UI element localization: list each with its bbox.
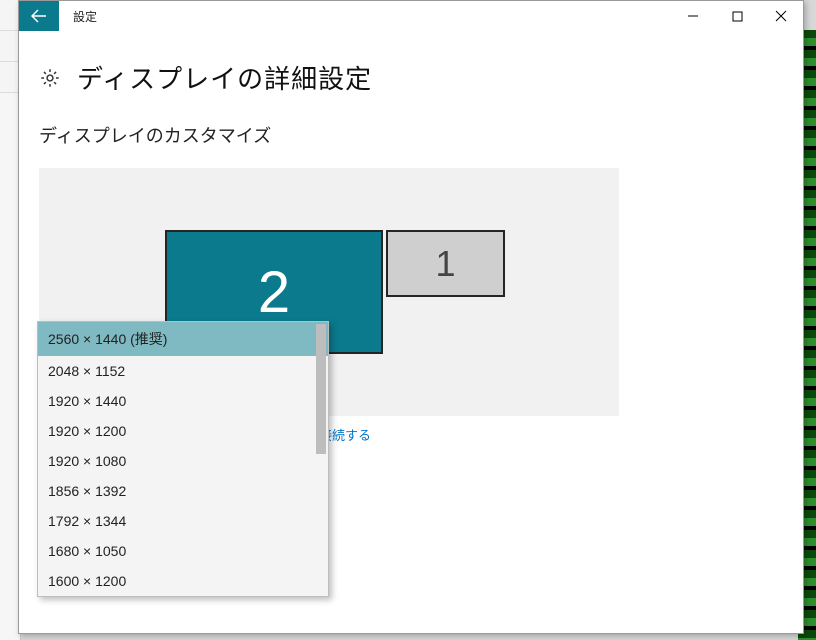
- maximize-button[interactable]: [715, 1, 759, 31]
- page-title: ディスプレイの詳細設定: [77, 59, 372, 96]
- resolution-dropdown-list[interactable]: 2560 × 1440 (推奨)2048 × 11521920 × 144019…: [37, 321, 329, 597]
- back-button[interactable]: [19, 1, 59, 31]
- minimize-button[interactable]: [671, 1, 715, 31]
- resolution-option[interactable]: 1856 × 1392: [38, 476, 328, 506]
- resolution-option[interactable]: 1600 × 1200: [38, 566, 328, 596]
- window-title: 設定: [59, 1, 97, 31]
- monitor-1[interactable]: 1: [386, 230, 505, 297]
- gear-icon: [39, 67, 61, 89]
- settings-window: 設定: [18, 0, 804, 634]
- resolution-option[interactable]: 2560 × 1440 (推奨): [38, 322, 328, 356]
- title-bar: 設定: [19, 1, 803, 31]
- resolution-option[interactable]: 1920 × 1080: [38, 446, 328, 476]
- resolution-option[interactable]: 1920 × 1440: [38, 386, 328, 416]
- close-button[interactable]: [759, 1, 803, 31]
- resolution-option[interactable]: 2048 × 1152: [38, 356, 328, 386]
- dropdown-scrollbar[interactable]: [316, 324, 326, 454]
- dropdown-scroll-thumb[interactable]: [316, 324, 326, 454]
- resolution-option[interactable]: 1920 × 1200: [38, 416, 328, 446]
- section-title: ディスプレイのカスタマイズ: [39, 122, 783, 148]
- resolution-option[interactable]: 1792 × 1344: [38, 506, 328, 536]
- resolution-option[interactable]: 1680 × 1050: [38, 536, 328, 566]
